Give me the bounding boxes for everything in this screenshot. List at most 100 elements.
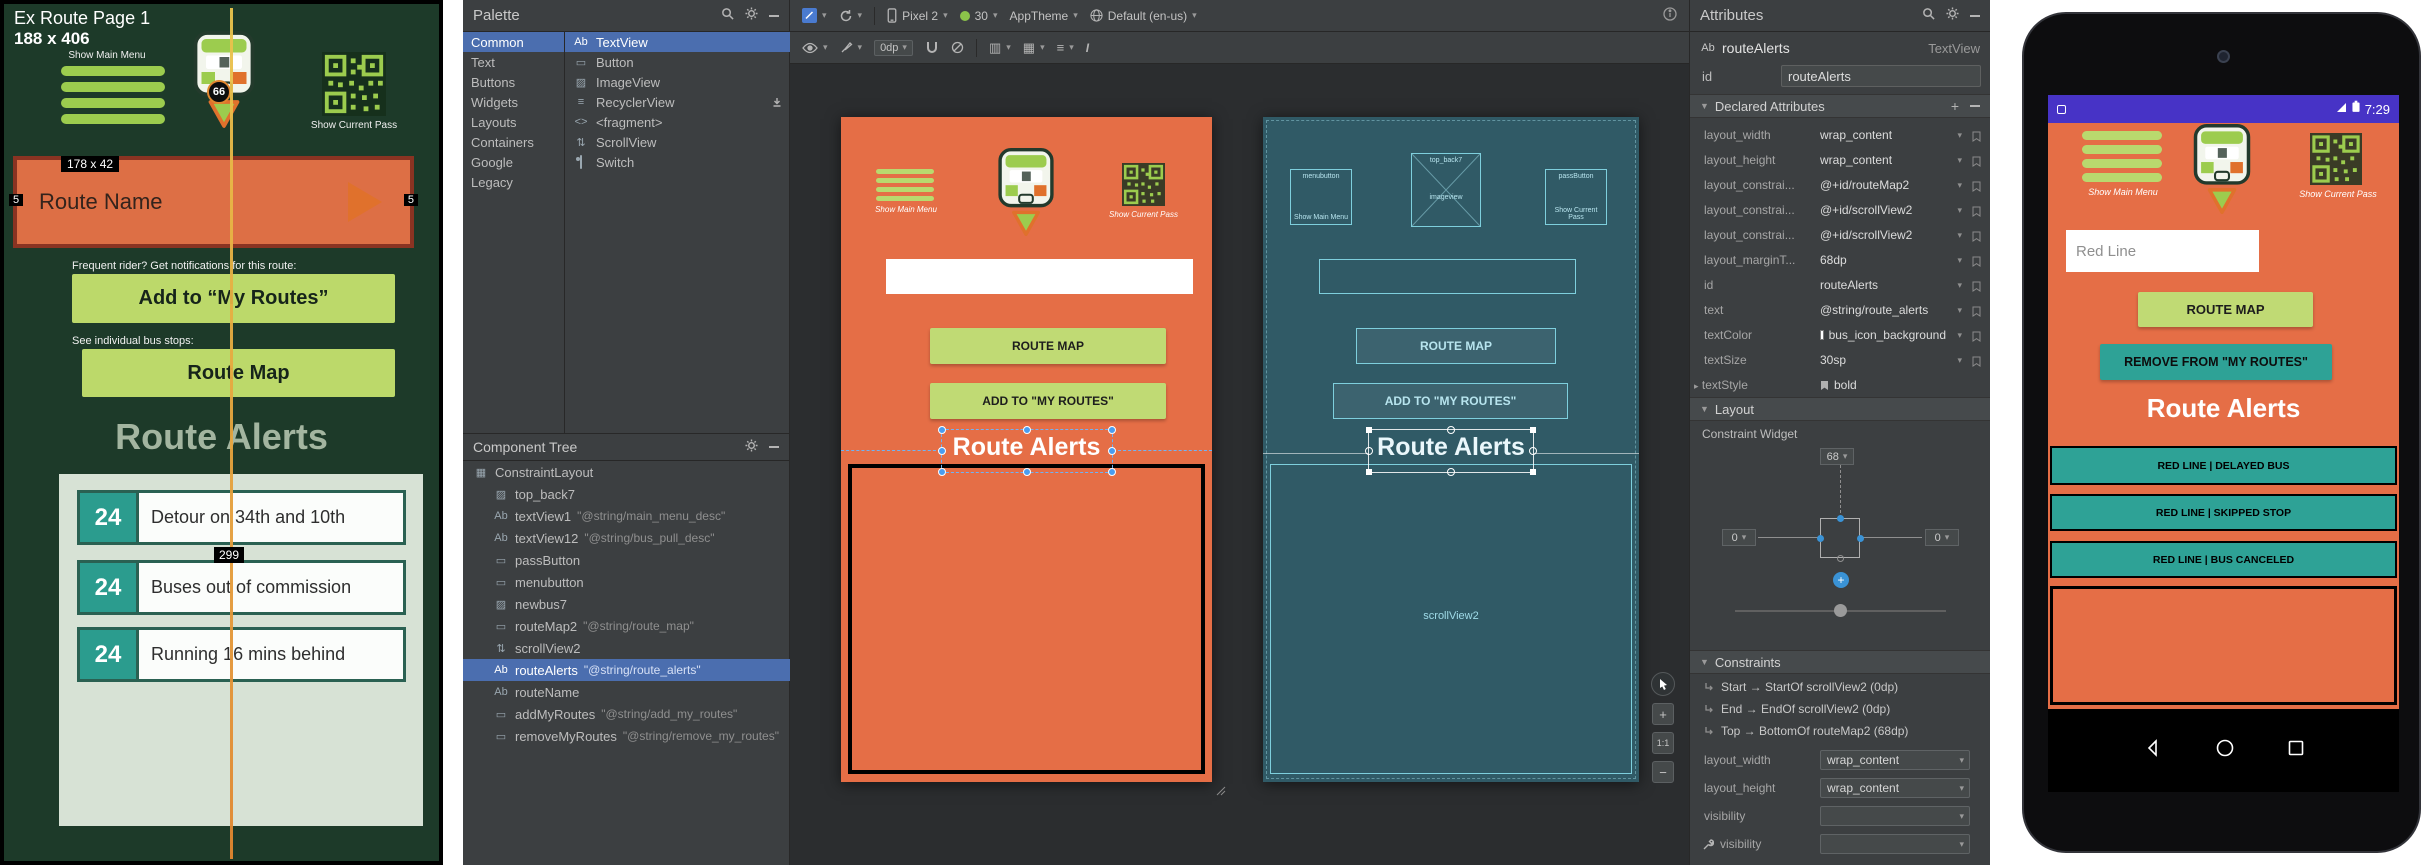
visibility-select[interactable]: ▾	[1820, 806, 1970, 826]
selection-box[interactable]	[938, 426, 1116, 476]
zoom-fit-button[interactable]: 1:1	[1652, 732, 1674, 754]
top-anchor[interactable]	[1837, 515, 1844, 522]
gear-icon[interactable]	[745, 439, 758, 455]
tree-item-top-back7[interactable]: ▨ top_back7	[463, 483, 790, 505]
bottom-anchor[interactable]	[1837, 555, 1844, 562]
hamburger-menu-icon[interactable]	[876, 169, 934, 201]
palette-item-fragment[interactable]: <> <fragment>	[565, 112, 790, 132]
bias-slider-knob[interactable]	[1834, 604, 1847, 617]
tools-visibility-select[interactable]: ▾	[1820, 834, 1970, 854]
blueprint-route-map-button[interactable]: ROUTE MAP	[1356, 328, 1556, 364]
palette-item-switch[interactable]: Switch	[565, 152, 790, 172]
right-margin-selector[interactable]: 0 ▾	[1925, 529, 1959, 546]
palette-category-common[interactable]: Common	[463, 32, 564, 52]
tree-item-textview12[interactable]: Ab textView12 "@string/bus_pull_desc"	[463, 527, 790, 549]
tree-item-routename[interactable]: Ab routeName	[463, 681, 790, 703]
tree-item-passbutton[interactable]: ▭ passButton	[463, 549, 790, 571]
attribute-row[interactable]: layout_height wrap_content ▾	[1690, 147, 1990, 172]
blueprint-scrollview[interactable]: scrollView2	[1270, 464, 1632, 774]
tree-item-constraintlayout[interactable]: ▦ ConstraintLayout	[463, 461, 790, 483]
attribute-row[interactable]: layout_constrai... @+id/scrollView2 ▾	[1690, 197, 1990, 222]
widget-square[interactable]	[1820, 518, 1860, 558]
default-margin-selector[interactable]: 0dp ▾	[874, 39, 913, 56]
minimize-icon[interactable]	[769, 446, 779, 448]
alert-button[interactable]: RED LINE | BUS CANCELED	[2050, 541, 2397, 578]
home-button[interactable]	[2215, 738, 2235, 763]
gear-icon[interactable]	[745, 7, 758, 24]
tree-item-scrollview2[interactable]: ⇅ scrollView2	[463, 637, 790, 659]
guidelines-icon[interactable]: ▥ ▾	[989, 40, 1011, 56]
add-constraint-button[interactable]: +	[1833, 572, 1849, 588]
gear-icon[interactable]	[1946, 7, 1959, 24]
attribute-row-textcolor[interactable]: textColor bus_icon_background ▾	[1690, 322, 1990, 347]
attribute-row[interactable]: layout_width wrap_content ▾	[1690, 122, 1990, 147]
remove-attribute-icon[interactable]	[1970, 105, 1980, 107]
palette-category-legacy[interactable]: Legacy	[463, 172, 564, 192]
api-selector[interactable]: 30 ▾	[959, 9, 998, 23]
blueprint-menubutton[interactable]: menubutton Show Main Menu	[1290, 169, 1352, 225]
design-menu-label[interactable]: Show Main Menu	[846, 205, 966, 214]
magnet-icon[interactable]	[925, 41, 939, 55]
layout-section[interactable]: ▼ Layout	[1690, 397, 1990, 421]
blueprint-passbutton[interactable]: passButton Show Current Pass	[1545, 169, 1607, 225]
minimize-icon[interactable]	[1970, 14, 1980, 17]
layout-width-select[interactable]: wrap_content ▾	[1820, 750, 1970, 770]
blueprint-top-back7[interactable]: top_back7 imageview	[1411, 153, 1481, 227]
attribute-row[interactable]: textSize 30sp ▾	[1690, 347, 1990, 372]
constraint-item[interactable]: Start → StartOf scrollView2 (0dp)	[1690, 676, 1990, 698]
align-icon[interactable]: ≡ ▾	[1057, 40, 1074, 55]
blueprint-add-routes-button[interactable]: ADD TO "MY ROUTES"	[1333, 383, 1568, 419]
attribute-row[interactable]: text @string/route_alerts ▾	[1690, 297, 1990, 322]
orientation-selector[interactable]: ▾	[839, 9, 862, 23]
constraint-item[interactable]: Top → BottomOf routeMap2 (68dp)	[1690, 720, 1990, 742]
tree-item-newbus7[interactable]: ▨ newbus7	[463, 593, 790, 615]
tree-item-removemyroutes[interactable]: ▭ removeMyRoutes "@string/remove_my_routes…	[463, 725, 790, 747]
layout-height-select[interactable]: wrap_content ▾	[1820, 778, 1970, 798]
route-name-input[interactable]: Red Line	[2066, 230, 2259, 272]
tree-item-addmyroutes[interactable]: ▭ addMyRoutes "@string/add_my_routes"	[463, 703, 790, 725]
top-margin-selector[interactable]: 68 ▾	[1820, 448, 1854, 465]
tree-item-routealerts[interactable]: Ab routeAlerts "@string/route_alerts"	[463, 659, 790, 681]
download-icon[interactable]	[772, 95, 782, 110]
search-icon[interactable]	[1922, 7, 1935, 24]
route-name-input[interactable]	[886, 259, 1193, 294]
search-icon[interactable]	[721, 7, 734, 24]
zoom-in-button[interactable]: +	[1652, 703, 1674, 725]
pan-button[interactable]	[1651, 672, 1675, 696]
route-map-button[interactable]: ROUTE MAP	[2138, 292, 2313, 327]
add-routes-button[interactable]: ADD TO "MY ROUTES"	[930, 383, 1166, 419]
design-mode-selector[interactable]: ▾	[802, 8, 827, 23]
qr-code-icon[interactable]	[1122, 163, 1165, 206]
back-button[interactable]	[2143, 738, 2163, 763]
constraint-item[interactable]: End → EndOf scrollView2 (0dp)	[1690, 698, 1990, 720]
end-anchor[interactable]	[1857, 535, 1864, 542]
clear-constraints-icon[interactable]	[951, 41, 964, 54]
palette-category-layouts[interactable]: Layouts	[463, 112, 564, 132]
view-options-eye-icon[interactable]: ▾	[802, 42, 828, 54]
id-input[interactable]: routeAlerts	[1781, 65, 1981, 87]
qr-code-button[interactable]	[2310, 133, 2362, 185]
tree-item-textview1[interactable]: Ab textView1 "@string/main_menu_desc"	[463, 505, 790, 527]
palette-category-widgets[interactable]: Widgets	[463, 92, 564, 112]
pack-icon[interactable]: ▦ ▾	[1023, 40, 1045, 56]
palette-item-scrollview[interactable]: ⇅ ScrollView	[565, 132, 790, 152]
alert-button[interactable]: RED LINE | DELAYED BUS	[2050, 446, 2397, 485]
declared-attributes-section[interactable]: ▼ Declared Attributes +	[1690, 94, 1990, 118]
attribute-row[interactable]: id routeAlerts ▾	[1690, 272, 1990, 297]
resize-grip-icon[interactable]	[1214, 784, 1226, 796]
palette-item-button[interactable]: ▭ Button	[565, 52, 790, 72]
design-pass-label[interactable]: Show Current Pass	[1096, 210, 1191, 219]
theme-selector[interactable]: AppTheme ▾	[1010, 9, 1078, 23]
zoom-out-button[interactable]: −	[1652, 761, 1674, 783]
add-attribute-icon[interactable]: +	[1951, 98, 1959, 114]
recents-button[interactable]	[2287, 739, 2305, 762]
info-icon[interactable]	[1663, 7, 1677, 24]
palette-item-recyclerview[interactable]: ≡ RecyclerView	[565, 92, 790, 112]
tree-item-menubutton[interactable]: ▭ menubutton	[463, 571, 790, 593]
palette-category-google[interactable]: Google	[463, 152, 564, 172]
hamburger-menu-button[interactable]	[2082, 131, 2162, 182]
constraints-section[interactable]: ▼ Constraints	[1690, 650, 1990, 674]
palette-category-containers[interactable]: Containers	[463, 132, 564, 152]
start-anchor[interactable]	[1817, 535, 1824, 542]
attribute-row[interactable]: layout_marginT... 68dp ▾	[1690, 247, 1990, 272]
